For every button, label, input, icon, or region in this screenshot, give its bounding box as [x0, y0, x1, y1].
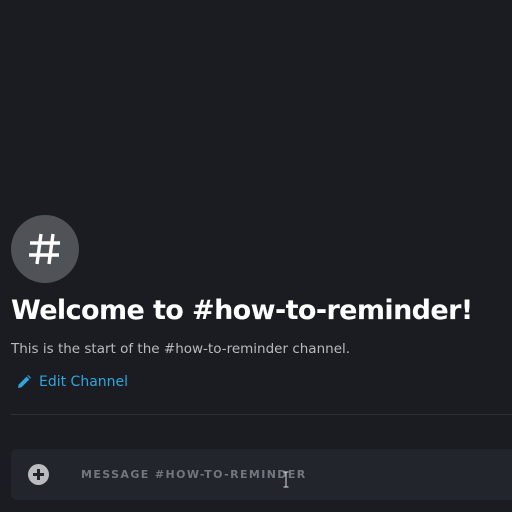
message-composer — [11, 449, 512, 500]
divider — [11, 414, 512, 415]
pencil-icon — [18, 375, 31, 388]
channel-view: Welcome to #how-to-reminder! This is the… — [0, 0, 512, 512]
message-input[interactable] — [81, 461, 481, 487]
welcome-title: Welcome to #how-to-reminder! — [11, 295, 473, 326]
attach-button[interactable] — [28, 464, 49, 485]
channel-avatar — [11, 215, 79, 283]
plus-circle-icon-bar — [33, 473, 44, 476]
text-cursor-icon — [283, 471, 289, 488]
welcome-subtitle: This is the start of the #how-to-reminde… — [11, 341, 351, 357]
edit-channel-label: Edit Channel — [39, 374, 129, 390]
edit-channel-link[interactable]: Edit Channel — [17, 374, 128, 390]
hash-icon — [29, 233, 60, 265]
